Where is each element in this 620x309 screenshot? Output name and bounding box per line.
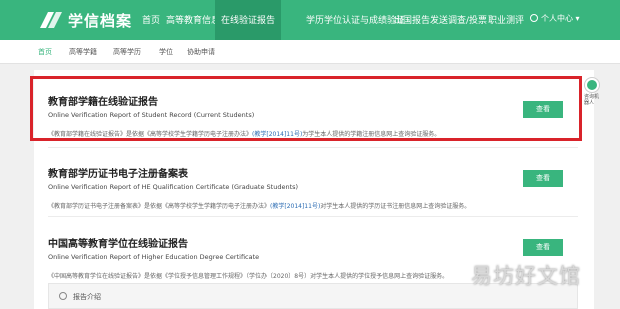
- card-title: 中国高等教育学位在线验证报告: [48, 239, 188, 250]
- report-card-qualification: 教育部学历证书电子注册备案表 Online Verification Repor…: [34, 148, 594, 218]
- nav-item-survey-vote[interactable]: 调查/投票: [448, 13, 487, 26]
- robot-label: 咨询机器人: [584, 94, 600, 106]
- regulation-link[interactable]: (教学[2014]11号): [270, 203, 320, 210]
- subnav-item-degree[interactable]: 学位: [159, 47, 173, 57]
- highlight-box: [30, 76, 582, 141]
- card-subtitle: Online Verification Report of Higher Edu…: [48, 253, 260, 261]
- brand-logo[interactable]: 学信档案: [38, 8, 148, 32]
- info-icon: [59, 292, 67, 300]
- nav-item-home[interactable]: 首页: [142, 13, 160, 26]
- nav-item-higher-education-info[interactable]: 高等教育信息: [166, 13, 220, 26]
- card-subtitle: Online Verification Report of HE Qualifi…: [48, 183, 299, 191]
- desc-text: 《教育部学历证书电子注册备案表》是依据《高等学校学生学籍学历电子注册办法》: [48, 203, 271, 210]
- subnav-item-home[interactable]: 首页: [38, 47, 52, 57]
- view-button[interactable]: 查看: [523, 239, 563, 256]
- robot-icon: [585, 78, 599, 92]
- brand-name: 学信档案: [68, 12, 133, 30]
- nav-item-career-assessment[interactable]: 职业测评: [488, 13, 524, 26]
- card-description: 《中国高等教育学位在线验证报告》是依据《学位授予信息管理工作规程》（学位办〔20…: [48, 271, 448, 280]
- nav-item-degree-certification[interactable]: 学历学位认证与成绩验证: [306, 13, 405, 26]
- subnav-item-student-record[interactable]: 高等学籍: [69, 47, 97, 57]
- nav-item-overseas-report[interactable]: 出国报告发送: [394, 13, 448, 26]
- nav-item-online-verification-report[interactable]: 在线验证报告: [215, 0, 282, 40]
- card-description: 《教育部学历证书电子注册备案表》是依据《高等学校学生学籍学历电子注册办法》(教学…: [48, 201, 470, 210]
- chat-robot-widget[interactable]: 咨询机器人: [582, 78, 602, 114]
- desc-text: 对学生本人提供的学历证书注册信息网上查询验证服务。: [320, 203, 471, 210]
- subnav-item-assist-application[interactable]: 协助申请: [187, 47, 215, 57]
- view-button[interactable]: 查看: [523, 170, 563, 187]
- watermark-text: 易坊好文馆: [471, 264, 581, 288]
- user-center-menu[interactable]: 个人中心 ▾: [530, 13, 580, 24]
- top-navbar: 学信档案 首页 高等教育信息 在线验证报告 学历学位认证与成绩验证 出国报告发送…: [0, 0, 620, 40]
- sub-navbar: 首页 高等学籍 高等学历 学位 协助申请: [0, 40, 620, 64]
- book-logo-icon: [40, 12, 62, 28]
- subnav-item-qualification[interactable]: 高等学历: [113, 47, 141, 57]
- desc-text: 《中国高等教育学位在线验证报告》是依据《学位授予信息管理工作规程》（学位办〔20…: [48, 273, 449, 280]
- card-title: 教育部学历证书电子注册备案表: [48, 169, 188, 180]
- user-icon: [530, 14, 538, 22]
- report-intro-label: 报告介绍: [73, 293, 101, 301]
- divider: [48, 216, 578, 217]
- user-center-label: 个人中心 ▾: [541, 14, 580, 23]
